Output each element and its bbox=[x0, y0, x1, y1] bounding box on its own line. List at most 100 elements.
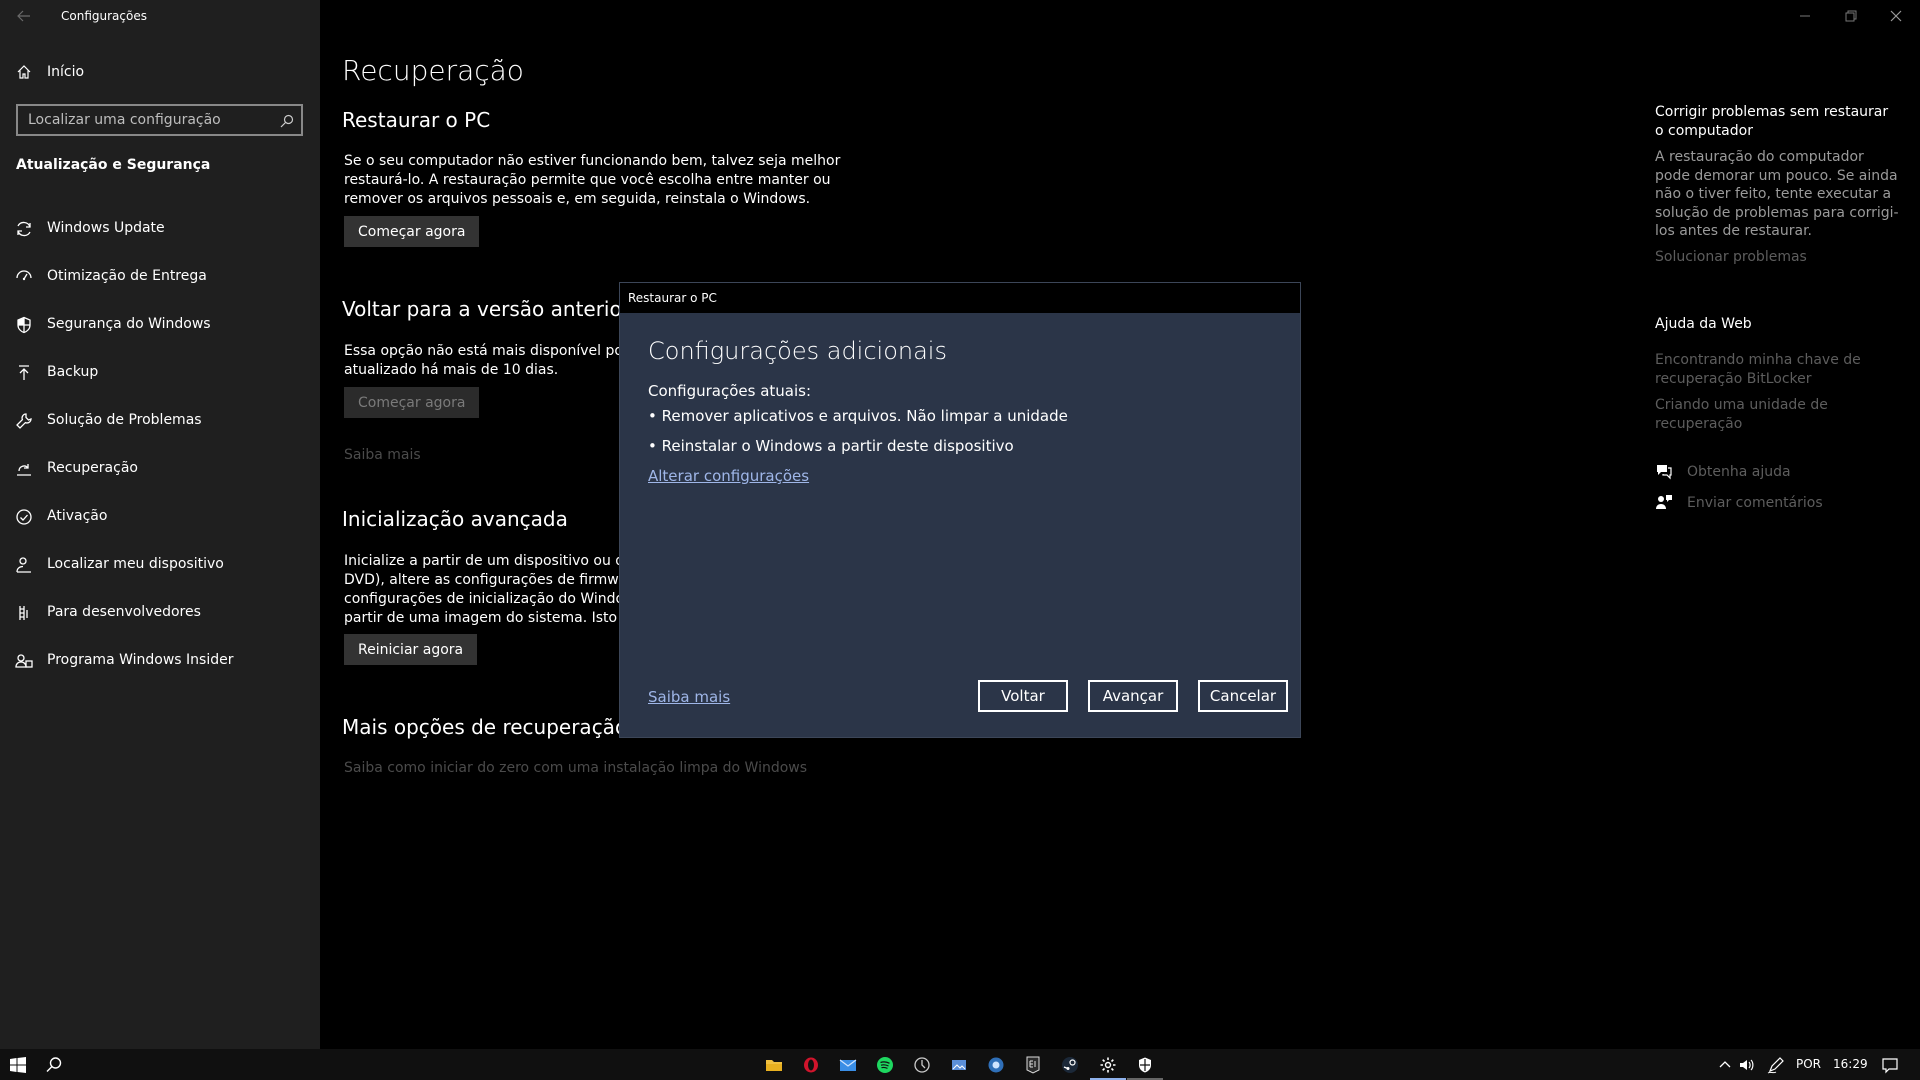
more-options-title: Mais opções de recuperação bbox=[342, 715, 628, 739]
misc-app-icon[interactable] bbox=[913, 1056, 931, 1074]
advanced-description: Inicialize a partir de um dispositivo ou… bbox=[344, 552, 664, 628]
sync-icon bbox=[17, 221, 31, 237]
pen-ink-icon[interactable] bbox=[1767, 1056, 1785, 1074]
search-box[interactable] bbox=[16, 104, 303, 136]
get-help-link[interactable]: Obtenha ajuda bbox=[1687, 464, 1791, 480]
clock-time[interactable]: 16:29 bbox=[1833, 1057, 1868, 1071]
sidebar-item-label: Windows Update bbox=[47, 220, 165, 236]
cancel-button[interactable]: Cancelar bbox=[1198, 680, 1288, 712]
next-button[interactable]: Avançar bbox=[1088, 680, 1178, 712]
developer-icon bbox=[19, 606, 28, 620]
person-location-icon bbox=[16, 557, 31, 573]
advanced-description-line: Inicialize a partir de um dispositivo ou… bbox=[344, 553, 664, 569]
volume-icon[interactable] bbox=[1738, 1056, 1756, 1074]
advanced-startup-title: Inicialização avançada bbox=[342, 507, 568, 531]
advanced-description-line: partir de uma imagem do sistema. Isto ir… bbox=[344, 610, 663, 626]
goback-description: Essa opção não está mais disponível porq… bbox=[344, 342, 655, 380]
insider-icon bbox=[15, 654, 33, 668]
section-title: Atualização e Segurança bbox=[16, 157, 211, 173]
reset-pc-dialog: Restaurar o PC Configurações adicionais … bbox=[619, 282, 1301, 738]
chevron-up-icon[interactable] bbox=[1716, 1056, 1734, 1074]
app-icon[interactable] bbox=[987, 1056, 1005, 1074]
feedback-link[interactable]: Enviar comentários bbox=[1687, 495, 1823, 511]
input-language[interactable]: POR bbox=[1796, 1057, 1821, 1071]
sidebar-item-label: Recuperação bbox=[47, 460, 138, 476]
troubleshoot-link[interactable]: Solucionar problemas bbox=[1655, 248, 1900, 267]
reset-section-title: Restaurar o PC bbox=[342, 108, 491, 132]
taskbar: POR 16:29 bbox=[0, 1049, 1920, 1080]
start-windows-icon[interactable] bbox=[9, 1056, 27, 1074]
sidebar-item-find-device[interactable]: Localizar meu dispositivo bbox=[0, 541, 320, 589]
reset-description-line: Se o seu computador não estiver funciona… bbox=[344, 153, 841, 169]
sidebar-item-recovery[interactable]: Recuperação bbox=[0, 445, 320, 493]
search-icon[interactable] bbox=[280, 114, 294, 128]
sidebar-item-windows-insider[interactable]: Programa Windows Insider bbox=[0, 637, 320, 685]
web-link-recovery-drive[interactable]: Criando uma unidade de recuperação bbox=[1655, 396, 1900, 433]
sidebar-item-label: Otimização de Entrega bbox=[47, 268, 207, 284]
sidebar-item-label: Solução de Problemas bbox=[47, 412, 202, 428]
dialog-window-title: Restaurar o PC bbox=[628, 291, 717, 305]
check-circle-icon bbox=[16, 509, 32, 525]
security-icon[interactable] bbox=[1136, 1056, 1154, 1074]
sidebar-home-label: Início bbox=[47, 64, 85, 80]
photos-icon[interactable] bbox=[950, 1056, 968, 1074]
sidebar-item-label: Programa Windows Insider bbox=[47, 652, 234, 668]
minimize-icon[interactable] bbox=[1797, 8, 1813, 24]
search-input[interactable] bbox=[28, 110, 268, 130]
recovery-icon bbox=[17, 464, 31, 476]
title-bar: Configurações bbox=[0, 0, 320, 32]
sidebar-item-troubleshoot[interactable]: Solução de Problemas bbox=[0, 397, 320, 445]
sidebar-item-developers[interactable]: Para desenvolvedores bbox=[0, 589, 320, 637]
sidebar-item-activation[interactable]: Ativação bbox=[0, 493, 320, 541]
settings-icon[interactable] bbox=[1099, 1056, 1117, 1074]
feedback-icon bbox=[1656, 495, 1672, 509]
fix-problems-text: A restauração do computador pode demorar… bbox=[1655, 149, 1899, 239]
reset-description-line: remover os arquivos pessoais e, em segui… bbox=[344, 191, 811, 207]
sidebar-item-label: Para desenvolvedores bbox=[47, 604, 201, 620]
epic-games-icon[interactable] bbox=[1024, 1056, 1042, 1074]
sidebar-item-windows-security[interactable]: Segurança do Windows bbox=[0, 301, 320, 349]
file-explorer-icon[interactable] bbox=[765, 1056, 783, 1074]
restart-now-button[interactable]: Reiniciar agora bbox=[344, 634, 478, 665]
opera-icon[interactable] bbox=[802, 1056, 820, 1074]
dialog-titlebar: Restaurar o PC bbox=[620, 283, 1300, 313]
notification-center-icon[interactable] bbox=[1881, 1056, 1899, 1074]
reset-start-button[interactable]: Começar agora bbox=[344, 216, 480, 247]
sidebar-nav: Windows Update Otimização de Entrega Seg… bbox=[0, 205, 320, 685]
current-settings-label: Configurações atuais: bbox=[648, 382, 812, 400]
goback-section-title: Voltar para a versão anterior do bbox=[342, 297, 662, 321]
sidebar-item-backup[interactable]: Backup bbox=[0, 349, 320, 397]
close-icon[interactable] bbox=[1888, 8, 1904, 24]
goback-start-button: Começar agora bbox=[344, 387, 480, 418]
search-icon[interactable] bbox=[45, 1056, 63, 1074]
setting-bullet: • Remover aplicativos e arquivos. Não li… bbox=[648, 407, 1068, 425]
reset-description-line: restaurá-lo. A restauração permite que v… bbox=[344, 172, 831, 188]
app-title: Configurações bbox=[61, 9, 147, 23]
sidebar-item-windows-update[interactable]: Windows Update bbox=[0, 205, 320, 253]
web-link-bitlocker[interactable]: Encontrando minha chave de recuperação B… bbox=[1655, 351, 1900, 388]
change-settings-link[interactable]: Alterar configurações bbox=[648, 467, 809, 485]
steam-icon[interactable] bbox=[1061, 1056, 1079, 1074]
reset-description: Se o seu computador não estiver funciona… bbox=[344, 152, 840, 209]
delivery-optimization-icon bbox=[16, 270, 32, 281]
mail-icon[interactable] bbox=[839, 1056, 857, 1074]
sidebar-item-label: Backup bbox=[47, 364, 99, 380]
restore-icon[interactable] bbox=[1843, 8, 1859, 24]
back-arrow-icon[interactable] bbox=[16, 8, 32, 24]
spotify-icon[interactable] bbox=[876, 1056, 894, 1074]
sidebar-item-delivery-optimization[interactable]: Otimização de Entrega bbox=[0, 253, 320, 301]
dialog-learn-more-link[interactable]: Saiba mais bbox=[648, 688, 730, 706]
wrench-icon bbox=[16, 413, 32, 429]
shield-icon bbox=[17, 316, 31, 334]
web-help-title: Ajuda da Web bbox=[1655, 316, 1752, 332]
goback-learn-more-link[interactable]: Saiba mais bbox=[344, 447, 421, 463]
page-title: Recuperação bbox=[342, 54, 524, 87]
sidebar-item-label: Ativação bbox=[47, 508, 108, 524]
fix-problems-title: Corrigir problemas sem restaurar o compu… bbox=[1655, 104, 1889, 139]
back-button[interactable]: Voltar bbox=[978, 680, 1068, 712]
clean-install-link[interactable]: Saiba como iniciar do zero com uma insta… bbox=[344, 760, 807, 776]
sidebar-home[interactable]: Início bbox=[0, 60, 320, 86]
dialog-heading: Configurações adicionais bbox=[648, 337, 947, 365]
sidebar: Configurações Início Atualização e Segur… bbox=[0, 0, 320, 1049]
setting-bullet: • Reinstalar o Windows a partir deste di… bbox=[648, 437, 1014, 455]
